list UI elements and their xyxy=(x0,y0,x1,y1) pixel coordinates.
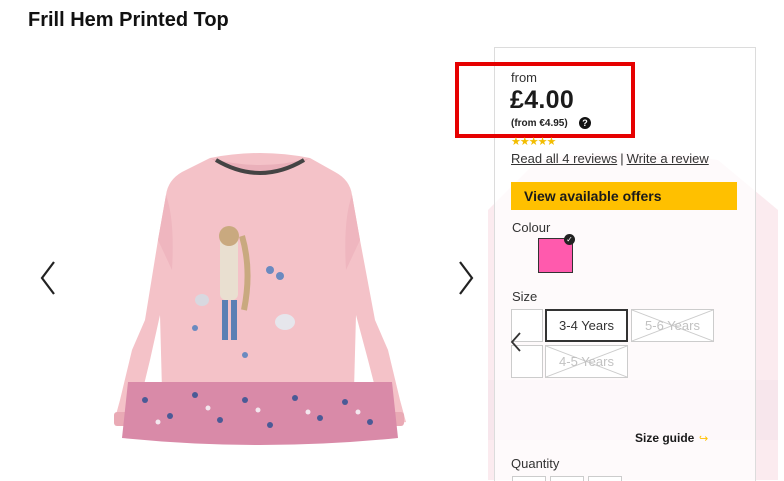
price-from-label: from xyxy=(511,70,537,85)
colour-label: Colour xyxy=(512,220,551,235)
write-review-link[interactable]: Write a review xyxy=(627,151,709,166)
view-offers-button[interactable]: View available offers xyxy=(511,182,737,210)
chevron-left-icon[interactable] xyxy=(508,330,524,354)
quantity-decrease-button[interactable] xyxy=(512,476,546,481)
size-option-label: 3-4 Years xyxy=(559,318,614,333)
size-guide-link[interactable]: Size guide xyxy=(635,431,694,445)
quantity-label: Quantity xyxy=(511,456,560,471)
check-circle-icon: ✓ xyxy=(564,234,575,245)
read-reviews-link[interactable]: Read all 4 reviews xyxy=(511,151,617,166)
product-gallery xyxy=(30,60,490,480)
gallery-prev-button[interactable] xyxy=(34,258,64,298)
product-image[interactable] xyxy=(30,60,490,480)
rating-stars: ★★★★★ xyxy=(511,136,556,148)
size-option-label: 5-6 Years xyxy=(645,318,700,333)
reviews-links: Read all 4 reviews | Write a review xyxy=(511,151,709,166)
size-option-label: 4-5 Years xyxy=(559,354,614,369)
question-circle-icon[interactable]: ? xyxy=(579,117,591,129)
size-option-5-6-years[interactable]: 5-6 Years xyxy=(631,309,714,342)
arrow-right-icon: ↪ xyxy=(699,433,709,445)
price-value: £4.00 xyxy=(510,86,575,114)
quantity-increase-button[interactable] xyxy=(588,476,622,481)
reviews-separator: | xyxy=(620,151,624,166)
gallery-next-button[interactable] xyxy=(450,258,480,298)
price-euro: (from €4.95) xyxy=(511,118,568,129)
size-label: Size xyxy=(512,289,538,304)
chevron-right-icon xyxy=(459,261,474,295)
product-title: Frill Hem Printed Top xyxy=(28,9,229,31)
size-option-4-5-years[interactable]: 4-5 Years xyxy=(545,345,628,378)
quantity-input[interactable] xyxy=(550,476,584,481)
chevron-left-icon xyxy=(40,261,55,295)
size-option-3-4-years[interactable]: 3-4 Years xyxy=(545,309,628,342)
